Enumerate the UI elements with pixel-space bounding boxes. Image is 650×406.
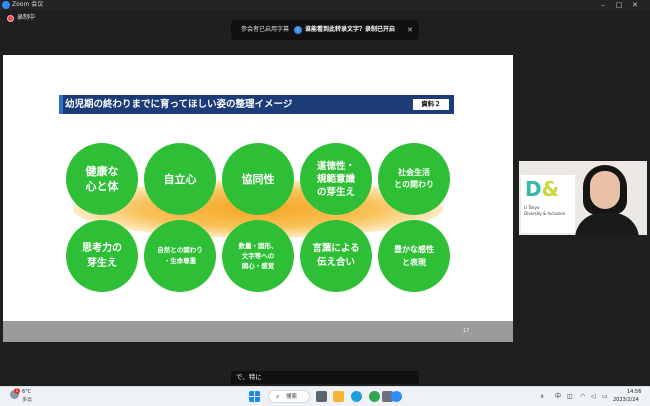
windows-start-icon[interactable] — [249, 391, 260, 402]
live-caption-text: で、特に — [236, 373, 262, 381]
slide-header: 幼児期の終わりまでに育ってほしい姿の整理イメージ 資料２ — [59, 95, 454, 114]
bubble-numbers-shapes: 数量・図形、 文字等への 関心・感覚 — [222, 220, 294, 292]
search-icon: ⌕ — [276, 393, 280, 400]
slide-footer: 17 — [3, 321, 513, 342]
caption-notice-text: 参会者已启用字幕 — [241, 26, 290, 33]
clock-date[interactable]: 2023/2/24 — [613, 396, 639, 404]
wifi-icon[interactable]: ◠ — [580, 392, 585, 402]
file-explorer-icon[interactable] — [333, 391, 344, 402]
windows-taskbar: 1 6°C 多云 ⌕ 搜索 ∧ 中 ◫ ◠ ◁ ▭ 14:56 2023/2/2… — [0, 386, 650, 406]
captions-info-icon: i — [294, 26, 302, 34]
bubble-nature: 自然との関わり ・生命尊重 — [144, 220, 216, 292]
slide-title: 幼児期の終わりまでに育ってほしい姿の整理イメージ — [65, 99, 293, 110]
minimize-button[interactable]: – — [597, 0, 609, 10]
slide-page-number: 17 — [463, 328, 470, 334]
chrome-browser-icon[interactable] — [369, 391, 380, 402]
task-view-icon[interactable] — [316, 391, 327, 402]
volume-icon[interactable]: ◁ — [591, 392, 596, 402]
participant-body — [575, 213, 639, 235]
bubble-thinking: 思考力の 芽生え — [66, 220, 138, 292]
bubble-language: 言葉による 伝え合い — [300, 220, 372, 292]
di-logo: D& — [525, 177, 560, 201]
slide-tag: 資料２ — [412, 98, 450, 111]
bubble-independence: 自立心 — [144, 143, 216, 215]
bubble-social-life: 社会生活 との関わり — [378, 143, 450, 215]
zoom-taskbar-icon[interactable] — [391, 391, 402, 402]
maximize-button[interactable]: □ — [613, 0, 625, 10]
close-icon[interactable]: ✕ — [405, 24, 415, 36]
caption-notice-link[interactable]: 谁能看到此转录文字？录制已开启 — [305, 25, 395, 35]
search-label: 搜索 — [286, 394, 298, 400]
input-language-indicator[interactable]: 中 — [555, 392, 561, 402]
zoom-meeting-screen: Zoom 会议 – □ ✕ 录制中 参会者已启用字幕 i 谁能看到此转录文字？录… — [0, 0, 650, 406]
battery-icon[interactable]: ▭ — [602, 392, 608, 402]
tray-chevron-icon[interactable]: ∧ — [540, 392, 544, 402]
ime-icon[interactable]: ◫ — [567, 392, 573, 402]
clock-time[interactable]: 14:56 — [627, 388, 641, 396]
zoom-logo-icon — [2, 1, 10, 9]
weather-badge: 1 — [14, 388, 20, 394]
taskbar-search-box[interactable]: ⌕ 搜索 — [268, 390, 310, 403]
logo-org-line2: Diversity & Inclusion — [524, 211, 566, 216]
close-window-button[interactable]: ✕ — [629, 0, 641, 10]
bubble-health: 健康な 心と体 — [66, 143, 138, 215]
weather-condition[interactable]: 多云 — [22, 396, 32, 404]
recording-label[interactable]: 录制中 — [17, 13, 35, 23]
participant-face — [590, 171, 620, 209]
bubble-morality: 道徳性・ 規範意識 の芽生え — [300, 143, 372, 215]
caption-notice-bar: 参会者已启用字幕 i 谁能看到此转录文字？录制已开启 ✕ — [231, 20, 419, 40]
live-caption-box: で、特に — [231, 371, 419, 384]
bubble-expression: 豊かな感性 と表現 — [378, 220, 450, 292]
recording-icon[interactable] — [7, 15, 14, 22]
edge-browser-icon[interactable] — [351, 391, 362, 402]
shared-slide: 幼児期の終わりまでに育ってほしい姿の整理イメージ 資料２ 健康な 心と体 自立心… — [3, 55, 513, 342]
bubble-cooperation: 協同性 — [222, 143, 294, 215]
weather-temperature[interactable]: 6°C — [22, 388, 31, 396]
header-accent — [59, 95, 63, 114]
window-title: Zoom 会议 — [12, 1, 44, 8]
participant-video-tile[interactable]: D& U Tokyo Diversity & Inclusion — [519, 161, 647, 235]
title-bar: Zoom 会议 – □ ✕ — [0, 0, 650, 10]
